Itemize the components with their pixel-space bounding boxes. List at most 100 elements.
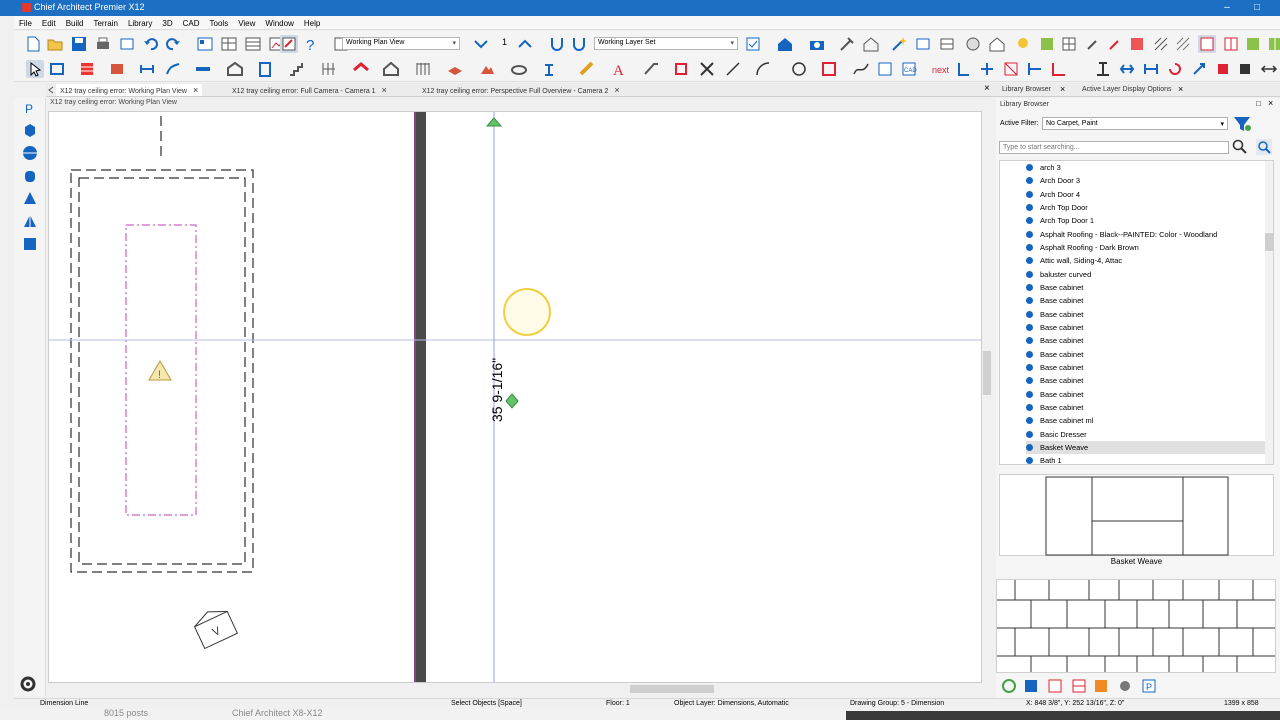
cross-section-icon[interactable] [938, 35, 956, 53]
home-icon[interactable] [776, 35, 794, 53]
add-to-library-icon[interactable] [1046, 677, 1064, 695]
horizontal-scrollbar[interactable] [48, 684, 982, 694]
tab-working-plan-view[interactable]: X12 tray ceiling error: Working Plan Vie… [56, 84, 203, 96]
fillet-icon[interactable] [1050, 60, 1068, 78]
dimension-arrow-handle[interactable] [485, 117, 503, 127]
ruler-icon[interactable] [194, 60, 212, 78]
marquee-icon[interactable] [48, 60, 66, 78]
list-item[interactable]: Arch Door 4 [1026, 188, 1266, 201]
menu-file[interactable]: File [14, 16, 37, 28]
vertical-scroll-thumb[interactable] [983, 351, 991, 395]
pyramid-icon[interactable] [22, 213, 38, 229]
menu-edit[interactable]: Edit [37, 16, 61, 28]
material-icon[interactable] [1038, 35, 1056, 53]
globe-icon[interactable] [964, 35, 982, 53]
print-preview-icon[interactable] [118, 35, 136, 53]
tab-scroll-left-icon[interactable] [46, 85, 56, 95]
arc-icon[interactable] [754, 60, 772, 78]
layer-display-icon[interactable] [744, 35, 762, 53]
stairs-icon[interactable] [288, 60, 306, 78]
menu-tools[interactable]: Tools [205, 16, 234, 28]
tools-icon[interactable] [838, 35, 856, 53]
close-icon[interactable]: × [1060, 84, 1065, 94]
pin-icon[interactable]: □ [1256, 99, 1261, 108]
room-icon[interactable] [226, 60, 244, 78]
maximize-button[interactable]: □ [1242, 0, 1272, 16]
join-icon[interactable] [978, 60, 996, 78]
tab-active-layer-display-options[interactable]: Active Layer Display Options [1082, 86, 1171, 93]
undo-icon[interactable] [142, 35, 160, 53]
cad-detail-icon[interactable]: CAD [900, 60, 918, 78]
menu-library[interactable]: Library [123, 16, 157, 28]
down-floor-icon[interactable] [472, 35, 490, 53]
list-item[interactable]: Base cabinet [1026, 308, 1266, 321]
crosshatch-icon[interactable] [1152, 35, 1170, 53]
copy-icon[interactable] [1214, 60, 1232, 78]
up-floor-icon[interactable] [516, 35, 534, 53]
redo-icon[interactable] [164, 35, 182, 53]
tab-library-browser[interactable]: Library Browser [1002, 86, 1051, 93]
cad-block-icon[interactable] [876, 60, 894, 78]
wand-icon[interactable] [890, 35, 908, 53]
list-item[interactable]: Arch Door 3 [1026, 174, 1266, 187]
door-icon[interactable] [256, 60, 274, 78]
close-icon[interactable]: × [1178, 84, 1183, 94]
sphere-icon[interactable] [22, 145, 38, 161]
list-item[interactable]: Base cabinet [1026, 294, 1266, 307]
list-item[interactable]: Base cabinet [1026, 321, 1266, 334]
shape-icon[interactable] [510, 60, 528, 78]
menu-help[interactable]: Help [299, 16, 325, 28]
library-folder-icon[interactable] [1070, 677, 1088, 695]
library-search-input[interactable]: Type to start searching... [999, 141, 1229, 154]
framing-icon[interactable] [320, 60, 338, 78]
window-tile-icon[interactable] [1198, 35, 1216, 53]
callout-icon[interactable] [642, 60, 660, 78]
tape-measure-icon[interactable] [578, 60, 596, 78]
list-item[interactable]: Attic wall, Siding-4, Attac [1026, 254, 1266, 267]
layer-set-dropdown[interactable]: Working Layer Set ▾ [594, 37, 738, 50]
open-folder-icon[interactable] [46, 35, 64, 53]
fill-icon[interactable] [1128, 35, 1146, 53]
close-icon[interactable]: × [984, 83, 990, 94]
cylinder-icon[interactable] [22, 168, 38, 184]
spline-icon[interactable] [852, 60, 870, 78]
paint-bucket-icon[interactable] [1092, 677, 1110, 695]
marker-icon[interactable] [672, 60, 690, 78]
break-icon[interactable] [956, 60, 974, 78]
list-item[interactable]: arch 3 [1026, 161, 1266, 174]
new-file-icon[interactable] [24, 35, 42, 53]
paste-icon[interactable] [1236, 60, 1254, 78]
menu-3d[interactable]: 3D [157, 16, 177, 28]
align-icon[interactable] [1094, 60, 1112, 78]
library-scrollbar[interactable] [1265, 161, 1273, 464]
move-icon[interactable] [1260, 60, 1278, 78]
circle-icon[interactable] [790, 60, 808, 78]
railing-icon[interactable] [414, 60, 432, 78]
elevation-icon[interactable] [914, 35, 932, 53]
list-item[interactable]: Base cabinet [1026, 334, 1266, 347]
window-icon[interactable] [382, 60, 400, 78]
next-label[interactable]: next [932, 65, 949, 75]
save-icon[interactable] [1022, 677, 1040, 695]
trim-icon[interactable] [1002, 60, 1020, 78]
close-icon[interactable]: × [193, 85, 198, 95]
list-item[interactable]: Arch Top Door 1 [1026, 214, 1266, 227]
square-icon[interactable] [22, 236, 38, 252]
menu-terrain[interactable]: Terrain [88, 16, 122, 28]
minimize-button[interactable]: – [1212, 0, 1242, 16]
menu-build[interactable]: Build [61, 16, 89, 28]
paint-icon[interactable] [1106, 35, 1124, 53]
horizontal-scroll-thumb[interactable] [630, 685, 714, 693]
list-item[interactable]: Base cabinet [1026, 388, 1266, 401]
plan-view-icon[interactable]: P [22, 100, 38, 116]
extend-icon[interactable] [1026, 60, 1044, 78]
save-icon[interactable] [70, 35, 88, 53]
text-tool-icon[interactable]: A [610, 60, 628, 78]
advanced-search-icon[interactable] [1256, 139, 1272, 155]
list-item[interactable]: Asphalt Roofing - Dark Brown [1026, 241, 1266, 254]
dimension-icon[interactable] [138, 60, 156, 78]
center-icon[interactable] [1118, 60, 1136, 78]
delete-x-icon[interactable] [698, 60, 716, 78]
resize-icon[interactable] [1190, 60, 1208, 78]
tab-full-camera[interactable]: X12 tray ceiling error: Full Camera - Ca… [228, 84, 391, 96]
